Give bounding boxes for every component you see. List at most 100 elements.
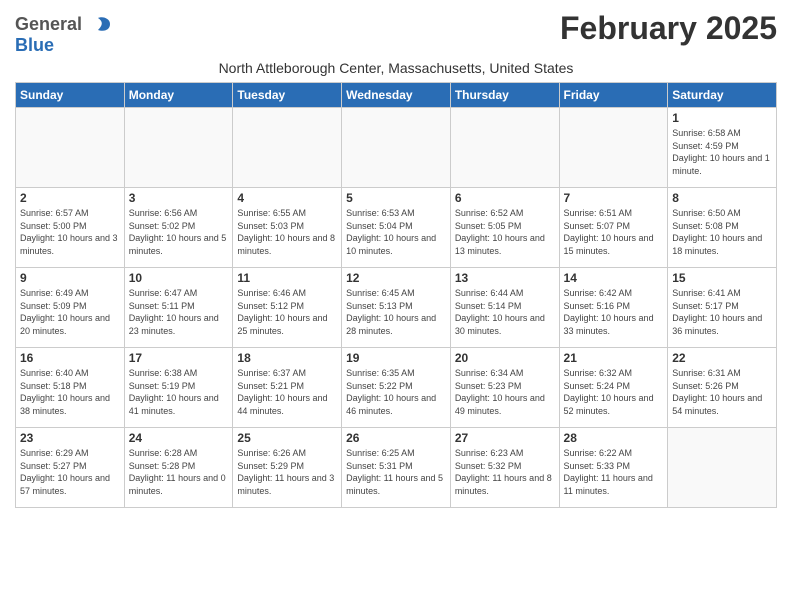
calendar-day-cell: 5 Sunrise: 6:53 AM Sunset: 5:04 PM Daylig… (342, 188, 451, 268)
day-info: Sunrise: 6:44 AM Sunset: 5:14 PM Dayligh… (455, 287, 555, 337)
day-number: 2 (20, 191, 120, 205)
day-number: 22 (672, 351, 772, 365)
calendar-day-cell (450, 108, 559, 188)
day-number: 19 (346, 351, 446, 365)
day-number: 5 (346, 191, 446, 205)
calendar-day-cell (559, 108, 668, 188)
calendar-week-row: 2 Sunrise: 6:57 AM Sunset: 5:00 PM Daylig… (16, 188, 777, 268)
day-number: 20 (455, 351, 555, 365)
day-info: Sunrise: 6:46 AM Sunset: 5:12 PM Dayligh… (237, 287, 337, 337)
day-info: Sunrise: 6:41 AM Sunset: 5:17 PM Dayligh… (672, 287, 772, 337)
calendar-body: 1 Sunrise: 6:58 AM Sunset: 4:59 PM Daylig… (16, 108, 777, 508)
day-info: Sunrise: 6:28 AM Sunset: 5:28 PM Dayligh… (129, 447, 229, 497)
calendar-day-cell: 28 Sunrise: 6:22 AM Sunset: 5:33 PM Dayli… (559, 428, 668, 508)
calendar-day-cell: 3 Sunrise: 6:56 AM Sunset: 5:02 PM Daylig… (124, 188, 233, 268)
weekday-header-cell: Monday (124, 83, 233, 108)
calendar-day-cell: 21 Sunrise: 6:32 AM Sunset: 5:24 PM Dayli… (559, 348, 668, 428)
calendar-day-cell: 11 Sunrise: 6:46 AM Sunset: 5:12 PM Dayli… (233, 268, 342, 348)
day-info: Sunrise: 6:23 AM Sunset: 5:32 PM Dayligh… (455, 447, 555, 497)
day-number: 11 (237, 271, 337, 285)
calendar-week-row: 1 Sunrise: 6:58 AM Sunset: 4:59 PM Daylig… (16, 108, 777, 188)
calendar-day-cell: 4 Sunrise: 6:55 AM Sunset: 5:03 PM Daylig… (233, 188, 342, 268)
calendar-day-cell: 27 Sunrise: 6:23 AM Sunset: 5:32 PM Dayli… (450, 428, 559, 508)
day-info: Sunrise: 6:53 AM Sunset: 5:04 PM Dayligh… (346, 207, 446, 257)
logo: General Blue (15, 14, 112, 56)
calendar-day-cell: 18Sunrise: 6:37 AM Sunset: 5:21 PM Dayli… (233, 348, 342, 428)
day-number: 24 (129, 431, 229, 445)
day-info: Sunrise: 6:31 AM Sunset: 5:26 PM Dayligh… (672, 367, 772, 417)
calendar-day-cell: 1 Sunrise: 6:58 AM Sunset: 4:59 PM Daylig… (668, 108, 777, 188)
calendar-day-cell (342, 108, 451, 188)
day-number: 12 (346, 271, 446, 285)
weekday-header-cell: Wednesday (342, 83, 451, 108)
calendar-week-row: 23Sunrise: 6:29 AM Sunset: 5:27 PM Dayli… (16, 428, 777, 508)
weekday-header-cell: Tuesday (233, 83, 342, 108)
weekday-header-cell: Friday (559, 83, 668, 108)
calendar-day-cell: 26 Sunrise: 6:25 AM Sunset: 5:31 PM Dayli… (342, 428, 451, 508)
day-number: 6 (455, 191, 555, 205)
day-info: Sunrise: 6:25 AM Sunset: 5:31 PM Dayligh… (346, 447, 446, 497)
calendar-day-cell: 17 Sunrise: 6:38 AM Sunset: 5:19 PM Dayli… (124, 348, 233, 428)
day-info: Sunrise: 6:22 AM Sunset: 5:33 PM Dayligh… (564, 447, 664, 497)
day-info: Sunrise: 6:47 AM Sunset: 5:11 PM Dayligh… (129, 287, 229, 337)
calendar-day-cell: 19Sunrise: 6:35 AM Sunset: 5:22 PM Dayli… (342, 348, 451, 428)
calendar-day-cell (124, 108, 233, 188)
day-number: 10 (129, 271, 229, 285)
calendar-day-cell: 20 Sunrise: 6:34 AM Sunset: 5:23 PM Dayli… (450, 348, 559, 428)
day-info: Sunrise: 6:34 AM Sunset: 5:23 PM Dayligh… (455, 367, 555, 417)
weekday-header-cell: Sunday (16, 83, 125, 108)
day-number: 1 (672, 111, 772, 125)
day-info: Sunrise: 6:40 AM Sunset: 5:18 PM Dayligh… (20, 367, 120, 417)
day-number: 16 (20, 351, 120, 365)
calendar-day-cell (668, 428, 777, 508)
calendar-day-cell: 14 Sunrise: 6:42 AM Sunset: 5:16 PM Dayli… (559, 268, 668, 348)
calendar-day-cell (16, 108, 125, 188)
calendar-day-cell: 9 Sunrise: 6:49 AM Sunset: 5:09 PM Daylig… (16, 268, 125, 348)
day-number: 21 (564, 351, 664, 365)
day-number: 13 (455, 271, 555, 285)
day-number: 7 (564, 191, 664, 205)
day-number: 28 (564, 431, 664, 445)
calendar-table: SundayMondayTuesdayWednesdayThursdayFrid… (15, 82, 777, 508)
day-number: 4 (237, 191, 337, 205)
day-number: 18 (237, 351, 337, 365)
day-info: Sunrise: 6:49 AM Sunset: 5:09 PM Dayligh… (20, 287, 120, 337)
day-info: Sunrise: 6:42 AM Sunset: 5:16 PM Dayligh… (564, 287, 664, 337)
logo-bird-icon (84, 16, 112, 34)
calendar-day-cell: 24 Sunrise: 6:28 AM Sunset: 5:28 PM Dayli… (124, 428, 233, 508)
day-info: Sunrise: 6:50 AM Sunset: 5:08 PM Dayligh… (672, 207, 772, 257)
day-number: 26 (346, 431, 446, 445)
calendar-day-cell (233, 108, 342, 188)
day-info: Sunrise: 6:55 AM Sunset: 5:03 PM Dayligh… (237, 207, 337, 257)
day-number: 14 (564, 271, 664, 285)
weekday-header-cell: Thursday (450, 83, 559, 108)
weekday-header-cell: Saturday (668, 83, 777, 108)
calendar-day-cell: 23Sunrise: 6:29 AM Sunset: 5:27 PM Dayli… (16, 428, 125, 508)
day-info: Sunrise: 6:38 AM Sunset: 5:19 PM Dayligh… (129, 367, 229, 417)
calendar-day-cell: 6Sunrise: 6:52 AM Sunset: 5:05 PM Daylig… (450, 188, 559, 268)
day-number: 27 (455, 431, 555, 445)
calendar-week-row: 16 Sunrise: 6:40 AM Sunset: 5:18 PM Dayli… (16, 348, 777, 428)
calendar-day-cell: 22 Sunrise: 6:31 AM Sunset: 5:26 PM Dayli… (668, 348, 777, 428)
day-info: Sunrise: 6:57 AM Sunset: 5:00 PM Dayligh… (20, 207, 120, 257)
calendar-week-row: 9 Sunrise: 6:49 AM Sunset: 5:09 PM Daylig… (16, 268, 777, 348)
logo-general-text: General (15, 14, 82, 35)
page-header: General Blue February 2025 (15, 10, 777, 56)
day-info: Sunrise: 6:58 AM Sunset: 4:59 PM Dayligh… (672, 127, 772, 177)
day-number: 8 (672, 191, 772, 205)
calendar-day-cell: 2 Sunrise: 6:57 AM Sunset: 5:00 PM Daylig… (16, 188, 125, 268)
day-info: Sunrise: 6:32 AM Sunset: 5:24 PM Dayligh… (564, 367, 664, 417)
day-info: Sunrise: 6:26 AM Sunset: 5:29 PM Dayligh… (237, 447, 337, 497)
calendar-day-cell: 8 Sunrise: 6:50 AM Sunset: 5:08 PM Daylig… (668, 188, 777, 268)
calendar-day-cell: 10 Sunrise: 6:47 AM Sunset: 5:11 PM Dayli… (124, 268, 233, 348)
calendar-day-cell: 15Sunrise: 6:41 AM Sunset: 5:17 PM Dayli… (668, 268, 777, 348)
day-info: Sunrise: 6:51 AM Sunset: 5:07 PM Dayligh… (564, 207, 664, 257)
day-info: Sunrise: 6:45 AM Sunset: 5:13 PM Dayligh… (346, 287, 446, 337)
weekday-header-row: SundayMondayTuesdayWednesdayThursdayFrid… (16, 83, 777, 108)
day-number: 9 (20, 271, 120, 285)
day-number: 25 (237, 431, 337, 445)
day-info: Sunrise: 6:56 AM Sunset: 5:02 PM Dayligh… (129, 207, 229, 257)
day-number: 3 (129, 191, 229, 205)
month-title: February 2025 (560, 10, 777, 47)
day-number: 17 (129, 351, 229, 365)
